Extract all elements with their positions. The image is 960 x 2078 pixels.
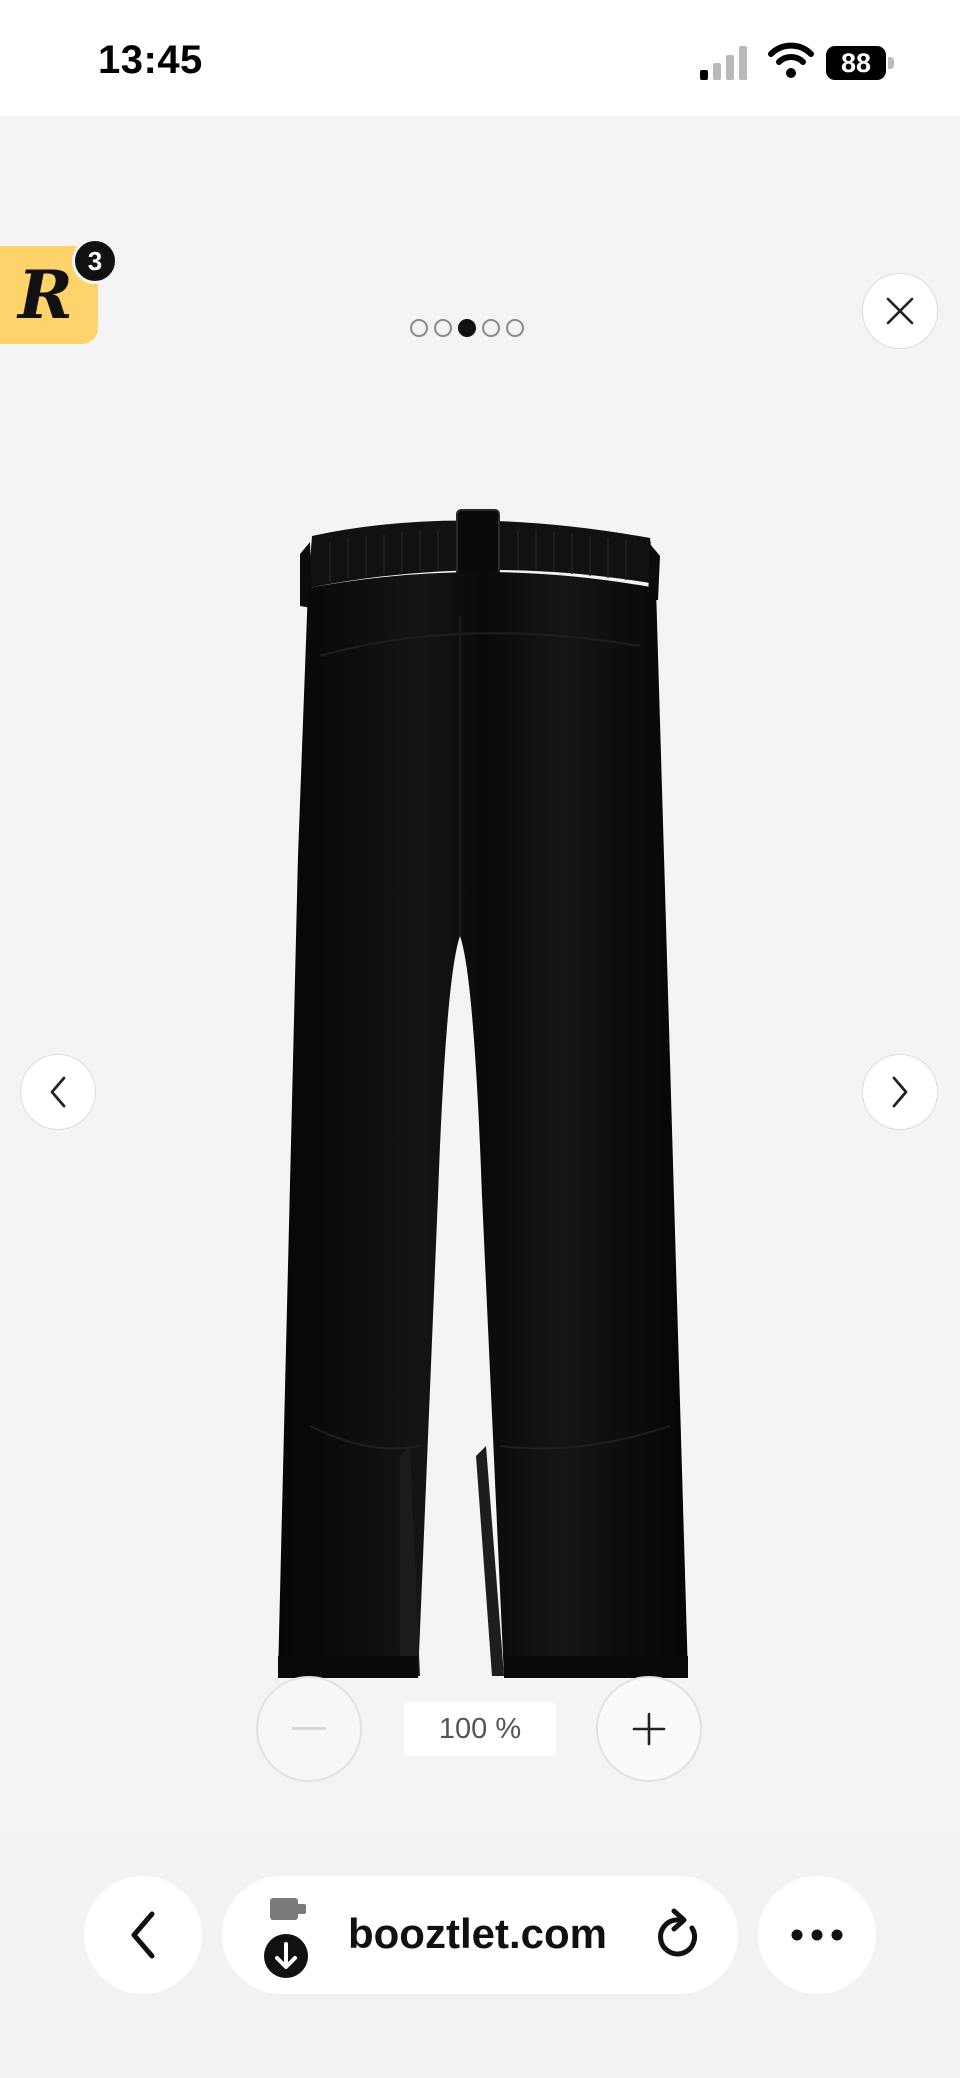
chevron-left-icon [50, 1076, 66, 1108]
image-pagination [410, 319, 524, 341]
pagination-dot[interactable] [434, 319, 452, 337]
status-time: 13:45 [98, 38, 203, 82]
plus-icon [632, 1712, 666, 1746]
chevron-right-icon [892, 1076, 908, 1108]
cellular-signal-icon [700, 46, 747, 80]
pagination-dot[interactable] [458, 319, 476, 337]
battery-indicator: 88 [826, 46, 896, 80]
reload-icon[interactable] [654, 1908, 704, 1962]
more-options-button[interactable] [758, 1876, 876, 1994]
address-bar[interactable]: booztlet.com [222, 1876, 738, 1994]
rewards-badge[interactable]: R 3 [0, 238, 118, 344]
url-text[interactable]: booztlet.com [348, 1910, 607, 1958]
more-icon [791, 1929, 843, 1941]
pagination-dot[interactable] [410, 319, 428, 337]
battery-level: 88 [826, 46, 886, 80]
product-image [278, 509, 688, 1678]
extension-download-icon[interactable] [264, 1898, 320, 1978]
pagination-dot[interactable] [482, 319, 500, 337]
zoom-in-button[interactable] [596, 1676, 702, 1782]
status-bar: 13:45 88 [0, 0, 960, 116]
close-button[interactable] [862, 273, 938, 349]
browser-toolbar: booztlet.com [0, 1836, 960, 2078]
minus-icon [292, 1727, 326, 1730]
image-viewer: R 3 100 % [0, 116, 960, 1836]
battery-tip [888, 57, 894, 69]
next-image-button[interactable] [862, 1054, 938, 1130]
close-icon [886, 297, 914, 325]
pagination-dot[interactable] [506, 319, 524, 337]
zoom-level: 100 % [404, 1702, 556, 1756]
wifi-icon [768, 42, 814, 78]
zoom-out-button[interactable] [256, 1676, 362, 1782]
chevron-left-icon [131, 1911, 155, 1959]
rewards-logo: R [18, 256, 73, 334]
back-button[interactable] [84, 1876, 202, 1994]
rewards-count-badge: 3 [72, 238, 118, 284]
previous-image-button[interactable] [20, 1054, 96, 1130]
